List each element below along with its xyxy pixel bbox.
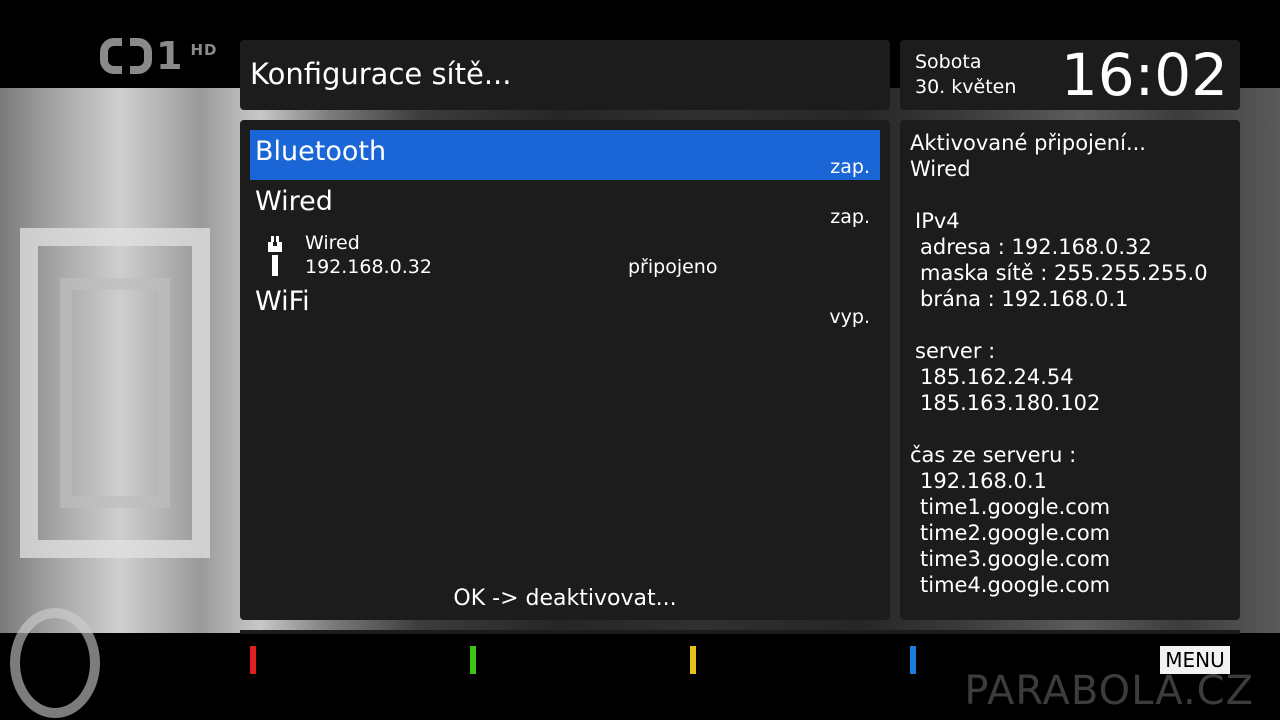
info-gateway: brána : 192.168.0.1 <box>920 287 1129 311</box>
bottom-divider <box>240 630 1240 634</box>
date-label: 30. květen <box>915 76 1017 98</box>
red-key-indicator[interactable] <box>250 646 256 674</box>
info-ipv4-label: IPv4 <box>915 209 960 233</box>
action-hint: OK -> deaktivovat... <box>453 586 677 611</box>
channel-logo: 1 HD <box>100 34 218 78</box>
network-list-panel: Bluetooth zap. Wired zap. Wired 192.168.… <box>240 120 890 620</box>
connection-name: Wired <box>305 232 360 254</box>
list-item-state: zap. <box>830 206 870 228</box>
wired-connection-item[interactable]: Wired 192.168.0.32 připojeno <box>250 230 880 282</box>
info-time-server-2: time1.google.com <box>920 495 1111 519</box>
connection-info-panel: Aktivované připojení... Wired IPv4 adres… <box>900 120 1240 620</box>
background-frame-inner <box>60 278 170 508</box>
info-time-server-3: time2.google.com <box>920 521 1111 545</box>
list-item-bluetooth[interactable]: Bluetooth zap. <box>250 130 880 180</box>
info-server-2: 185.163.180.102 <box>920 391 1101 415</box>
info-address: adresa : 192.168.0.32 <box>920 235 1152 259</box>
connection-status: připojeno <box>628 256 718 278</box>
info-time-server-1: 192.168.0.1 <box>920 469 1047 493</box>
clock: 16:02 <box>1060 41 1228 109</box>
info-time-server-5: time4.google.com <box>920 573 1111 597</box>
connection-ip: 192.168.0.32 <box>305 256 432 278</box>
title-panel: Konfigurace sítě... <box>240 40 890 110</box>
info-server-1: 185.162.24.54 <box>920 365 1074 389</box>
hd-label: HD <box>190 41 218 59</box>
info-connection-name: Wired <box>910 157 971 181</box>
watermark: PARABOLA.CZ <box>964 668 1254 714</box>
list-item-label: WiFi <box>255 286 310 317</box>
blue-key-indicator[interactable] <box>910 646 916 674</box>
info-heading: Aktivované připojení... <box>910 131 1146 155</box>
green-key-indicator[interactable] <box>470 646 476 674</box>
list-item-label: Wired <box>255 186 333 217</box>
datetime-panel: Sobota 30. květen 16:02 <box>900 40 1240 110</box>
list-item-state: vyp. <box>829 306 870 328</box>
info-netmask: maska sítě : 255.255.255.0 <box>920 261 1208 285</box>
ct-logo-icon <box>100 38 152 74</box>
list-item-state: zap. <box>830 156 870 178</box>
channel-number: 1 <box>156 34 183 78</box>
list-item-wired[interactable]: Wired zap. <box>250 180 880 230</box>
info-time-server-4: time3.google.com <box>920 547 1111 571</box>
list-item-label: Bluetooth <box>255 136 387 167</box>
page-title: Konfigurace sítě... <box>250 57 512 91</box>
day-label: Sobota <box>915 51 982 73</box>
yellow-key-indicator[interactable] <box>690 646 696 674</box>
info-time-server-label: čas ze serveru : <box>910 443 1077 467</box>
list-item-wifi[interactable]: WiFi vyp. <box>250 280 880 330</box>
info-server-label: server : <box>915 339 996 363</box>
ethernet-plug-icon <box>268 236 282 276</box>
background-ornament <box>10 608 100 718</box>
